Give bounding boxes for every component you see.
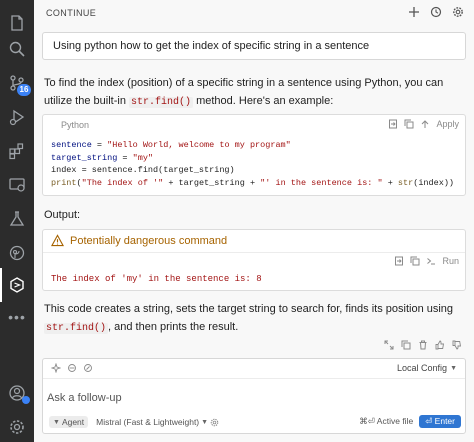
copy-icon[interactable] — [410, 256, 420, 266]
source-control-badge: 16 — [17, 84, 31, 96]
extensions-icon[interactable] — [0, 134, 34, 168]
history-icon — [430, 6, 442, 18]
input-footer: ▼ Agent Mistral (Fast & Lightweight) ▼ ⌘… — [47, 415, 461, 429]
divider — [43, 252, 465, 253]
inline-code: str.find() — [129, 97, 194, 108]
follow-up-input[interactable] — [47, 389, 347, 407]
mode-label: Agent — [61, 417, 85, 427]
answer-intro: To find the index (position) of a specif… — [44, 77, 444, 108]
code-content: sentence = "Hello World, welcome to my p… — [51, 139, 454, 189]
panel-header: CONTINUE — [34, 0, 474, 26]
copy-icon[interactable] — [404, 119, 414, 129]
command-output: The index of 'my' in the sentence is: 8 — [51, 274, 262, 284]
model-label: Mistral (Fast & Lightweight) — [96, 417, 200, 427]
trash-icon[interactable] — [418, 340, 428, 350]
new-session-button[interactable] — [406, 4, 422, 20]
gear-icon[interactable] — [210, 418, 219, 427]
continue-icon[interactable] — [0, 268, 34, 302]
expand-icon[interactable] — [384, 340, 394, 350]
account-icon[interactable] — [0, 376, 34, 410]
enter-button[interactable]: ⏎ Enter — [419, 415, 461, 428]
link-icon[interactable] — [83, 363, 93, 373]
danger-header: Potentially dangerous command — [51, 234, 227, 247]
copy-icon[interactable] — [401, 340, 411, 350]
model-selector[interactable]: Mistral (Fast & Lightweight) ▼ — [96, 417, 219, 427]
run-button[interactable]: Run — [442, 256, 459, 266]
search-icon[interactable] — [0, 32, 34, 66]
danger-title: Potentially dangerous command — [70, 234, 228, 247]
history-button[interactable] — [428, 4, 444, 20]
code-line-4: print("The index of '" + target_string +… — [51, 177, 455, 188]
continue-panel: CONTINUE Using python how to get the ind… — [34, 0, 474, 442]
testing-icon[interactable] — [0, 202, 34, 236]
code-line-2: target_string = "my" — [51, 152, 154, 163]
insert-at-cursor-icon[interactable] — [394, 256, 404, 266]
tool-icon[interactable] — [67, 363, 77, 373]
thumbs-down-icon[interactable] — [452, 340, 462, 350]
warning-icon — [51, 234, 64, 247]
account-badge — [22, 396, 30, 404]
user-message[interactable]: Using python how to get the index of spe… — [42, 32, 466, 60]
mode-selector[interactable]: ▼ Agent — [49, 416, 89, 428]
config-selector[interactable]: Local Config ▼ — [397, 363, 457, 373]
chevron-down-icon: ▼ — [450, 364, 457, 372]
panel-title: CONTINUE — [46, 8, 97, 18]
remote-explorer-icon[interactable] — [0, 168, 34, 202]
plus-icon — [409, 7, 419, 17]
sparkle-icon[interactable] — [51, 363, 61, 373]
active-file-shortcut[interactable]: ⌘⏎ Active file — [359, 416, 413, 427]
input-toolbar: Local Config ▼ — [43, 359, 465, 379]
settings-button[interactable] — [450, 4, 466, 20]
response-actions — [384, 340, 462, 350]
chat-input-box: Local Config ▼ ▼ Agent Mistral (Fast & L… — [42, 358, 466, 434]
activity-bar: 16 ••• — [0, 0, 34, 442]
code-block: Python Apply sentence = "Hello World, we… — [42, 114, 466, 196]
source-control-icon[interactable]: 16 — [0, 66, 34, 100]
inline-code: str.find() — [44, 323, 109, 334]
answer-outro: This code creates a string, sets the tar… — [44, 303, 454, 334]
more-icon[interactable]: ••• — [0, 300, 34, 334]
output-label: Output: — [44, 209, 81, 221]
config-label: Local Config — [397, 363, 448, 373]
gitlens-icon[interactable] — [0, 236, 34, 270]
code-line-3: index = sentence.find(target_string) — [51, 165, 235, 175]
apply-button[interactable]: Apply — [436, 119, 459, 129]
terminal-icon — [427, 258, 436, 265]
code-line-1: sentence = "Hello World, welcome to my p… — [51, 140, 291, 150]
insert-at-cursor-icon[interactable] — [388, 119, 398, 129]
apply-icon — [422, 120, 429, 128]
code-language: Python — [61, 120, 90, 130]
run-debug-icon[interactable] — [0, 100, 34, 134]
code-block-header: Python Apply — [43, 115, 465, 135]
chevron-down-icon: ▼ — [201, 418, 209, 426]
thumbs-up-icon[interactable] — [435, 340, 445, 350]
gear-icon — [453, 7, 463, 17]
settings-gear-icon[interactable] — [0, 410, 34, 442]
terminal-command-block: Potentially dangerous command Run The in… — [42, 229, 466, 291]
chevron-down-icon: ▼ — [53, 418, 60, 426]
